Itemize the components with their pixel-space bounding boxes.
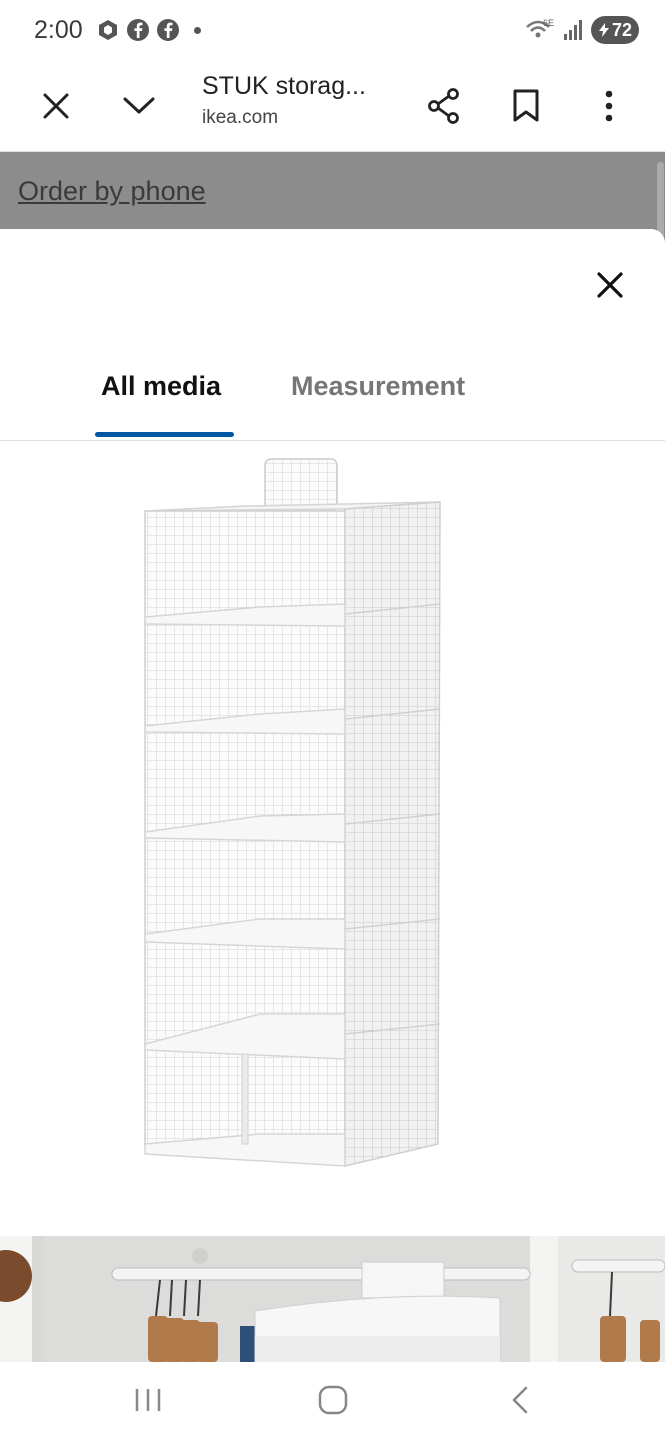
close-tab-button[interactable] bbox=[30, 80, 82, 132]
status-time: 2:00 bbox=[34, 16, 83, 44]
battery-icon: 72 bbox=[591, 16, 639, 44]
home-icon bbox=[318, 1385, 348, 1415]
status-system-icons: 6E 72 bbox=[525, 16, 639, 44]
facebook-icon bbox=[127, 19, 149, 41]
close-icon bbox=[43, 93, 69, 119]
bookmark-icon bbox=[513, 89, 539, 122]
facebook-icon bbox=[157, 19, 179, 41]
page-title: STUK storag... bbox=[202, 72, 366, 100]
close-icon bbox=[597, 272, 623, 298]
notification-dot bbox=[194, 26, 201, 34]
status-bar: 2:00 6E 72 bbox=[0, 0, 665, 62]
tab-all-media[interactable]: All media bbox=[101, 371, 221, 402]
back-icon bbox=[512, 1386, 528, 1414]
browser-toolbar: STUK storag... ikea.com bbox=[0, 62, 665, 152]
active-tab-indicator bbox=[95, 432, 234, 437]
system-nav-bar bbox=[0, 1362, 665, 1440]
recent-apps-button[interactable] bbox=[123, 1380, 173, 1420]
lifestyle-image[interactable] bbox=[0, 1236, 665, 1362]
charging-bolt-icon bbox=[598, 23, 609, 37]
page-url: ikea.com bbox=[202, 107, 279, 128]
order-by-phone-link[interactable]: Order by phone bbox=[18, 176, 206, 207]
media-tabs: All media Measurement bbox=[0, 359, 665, 441]
share-button[interactable] bbox=[418, 80, 470, 132]
battery-level: 72 bbox=[611, 19, 633, 40]
more-vert-icon bbox=[605, 90, 613, 122]
wifi-icon: 6E bbox=[526, 18, 554, 38]
minimize-button[interactable] bbox=[113, 80, 165, 132]
modal-close-button[interactable] bbox=[588, 263, 632, 307]
bookmark-button[interactable] bbox=[500, 80, 552, 132]
more-options-button[interactable] bbox=[583, 80, 635, 132]
recent-apps-icon bbox=[135, 1389, 161, 1411]
page-title-area[interactable]: STUK storag... ikea.com bbox=[202, 72, 402, 129]
media-modal: All media Measurement bbox=[0, 229, 665, 1362]
status-notification-icons bbox=[96, 18, 201, 42]
back-button[interactable] bbox=[495, 1380, 545, 1420]
share-icon bbox=[428, 88, 459, 124]
product-image[interactable] bbox=[120, 454, 480, 1174]
signal-icon bbox=[564, 20, 582, 40]
shield-app-icon bbox=[99, 20, 117, 40]
tab-measurement[interactable]: Measurement bbox=[291, 371, 465, 402]
home-button[interactable] bbox=[308, 1380, 358, 1420]
chevron-down-icon bbox=[123, 97, 155, 114]
svg-text:6E: 6E bbox=[543, 18, 554, 28]
